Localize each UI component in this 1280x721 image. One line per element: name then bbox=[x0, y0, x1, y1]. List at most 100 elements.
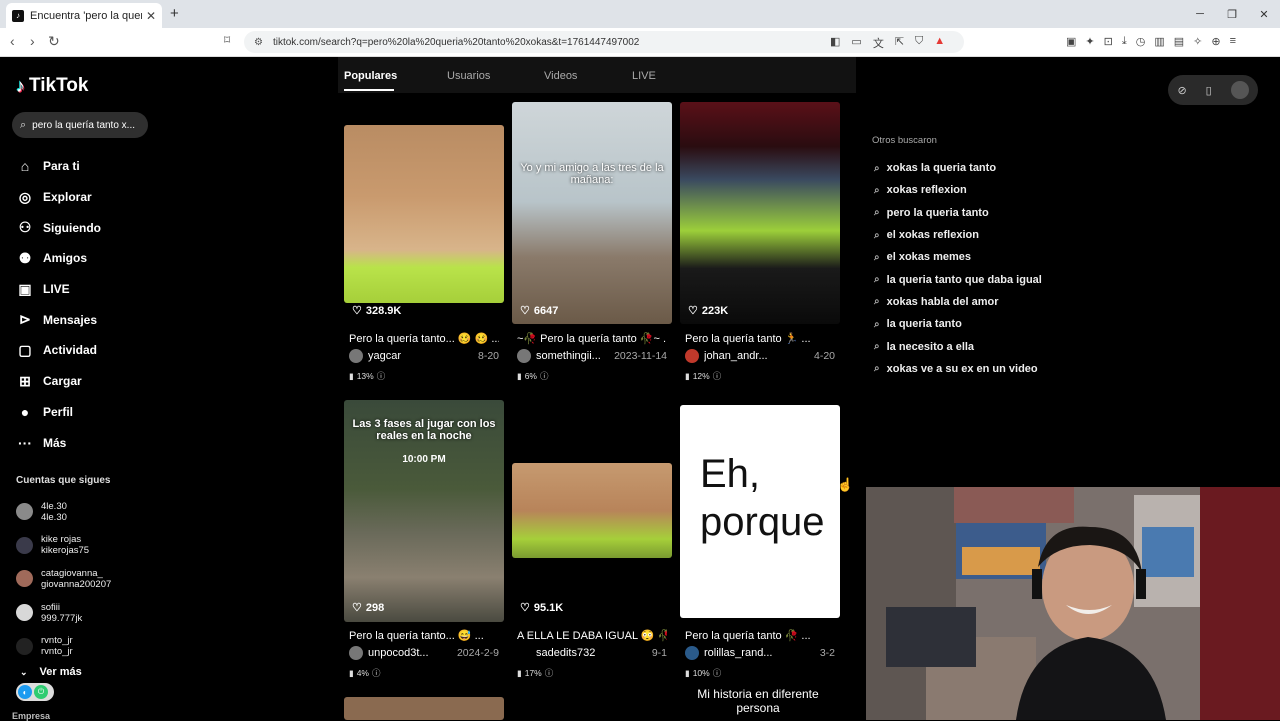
sidebar-item-para-ti[interactable]: ⌂ Para ti bbox=[16, 151, 101, 182]
info-icon[interactable]: ⓘ bbox=[377, 370, 386, 382]
close-tab-icon[interactable]: ✕ bbox=[146, 9, 156, 23]
video-caption[interactable]: A ELLA LE DABA IGUAL 😳 🥀 bbox=[517, 629, 667, 642]
download-icon[interactable]: ⤓ bbox=[1122, 35, 1127, 48]
restore-icon[interactable]: ❐ bbox=[1216, 0, 1248, 28]
reload-icon[interactable]: ↻ bbox=[48, 33, 60, 50]
related-search-item[interactable]: ⌕ xokas reflexion bbox=[874, 179, 1042, 201]
video-caption[interactable]: ~🥀 Pero la quería tanto 🥀~ ... bbox=[517, 332, 667, 345]
tab-videos[interactable]: Videos bbox=[544, 70, 577, 82]
upload-icon: ⊞ bbox=[19, 372, 31, 389]
video-caption[interactable]: Pero la quería tanto 🥀 ... bbox=[685, 629, 835, 642]
related-search-item[interactable]: ⌕ xokas habla del amor bbox=[874, 291, 1042, 313]
avatar bbox=[517, 646, 531, 660]
stat-value: 13% bbox=[356, 371, 374, 381]
minimize-icon[interactable]: ─ bbox=[1184, 0, 1216, 28]
leo-icon[interactable]: ✧ bbox=[1193, 35, 1202, 48]
browser-tab[interactable]: ♪ Encuentra 'pero la quería tanto xokas'… bbox=[6, 3, 162, 28]
sidebar-icon[interactable]: ▥ bbox=[1154, 35, 1164, 48]
screenshot-icon[interactable]: ⊡ bbox=[1104, 35, 1113, 48]
video-author[interactable]: sadedits732 9-1 bbox=[517, 646, 667, 660]
sidebar-item-mas[interactable]: ··· Más bbox=[16, 427, 101, 458]
search-icon: ⌕ bbox=[874, 251, 880, 263]
floating-badges[interactable]: ◐ ⏻ bbox=[16, 683, 54, 701]
see-more-button[interactable]: ⌄ Ver más bbox=[20, 666, 82, 678]
video-thumbnail[interactable]: Las 3 fases al jugar con los reales en l… bbox=[344, 400, 504, 622]
info-icon[interactable]: ⓘ bbox=[713, 370, 722, 382]
video-thumbnail[interactable]: Eh, porque bbox=[680, 405, 840, 618]
following-account[interactable]: rvnto_jr rvnto_jr bbox=[16, 629, 111, 663]
new-tab-icon[interactable]: + bbox=[170, 5, 179, 22]
video-author[interactable]: rolillas_rand... 3-2 bbox=[685, 646, 835, 660]
sidebar-item-label: Más bbox=[43, 435, 67, 450]
video-author[interactable]: yagcar 8-20 bbox=[349, 349, 499, 363]
wallet-icon[interactable]: ▤ bbox=[1174, 35, 1184, 48]
video-thumbnail[interactable] bbox=[344, 697, 504, 720]
video-stats: ▮ 17% ⓘ bbox=[517, 667, 553, 679]
related-search-item[interactable]: ⌕ xokas ve a su ex en un video bbox=[874, 358, 1042, 380]
video-author[interactable]: somethingii... 2023-11-14 bbox=[517, 349, 667, 363]
related-search-item[interactable]: ⌕ el xokas memes bbox=[874, 246, 1042, 268]
info-icon[interactable]: ⓘ bbox=[545, 667, 554, 679]
reader-icon[interactable]: ◧ bbox=[830, 35, 840, 51]
related-search-item[interactable]: ⌕ la queria tanto bbox=[874, 313, 1042, 335]
sidebar-item-actividad[interactable]: ▢ Actividad bbox=[16, 335, 101, 366]
sidebar-item-siguiendo[interactable]: ⚇ Siguiendo bbox=[16, 212, 101, 243]
video-author[interactable]: unpocod3t... 2024-2-9 bbox=[349, 646, 499, 660]
related-search-item[interactable]: ⌕ el xokas reflexion bbox=[874, 224, 1042, 246]
video-caption[interactable]: Pero la quería tanto... 🥴 🥴 ... bbox=[349, 332, 499, 345]
extension-icon[interactable]: ▣ bbox=[1066, 35, 1076, 48]
tiktok-logo[interactable]: ♪ TikTok bbox=[16, 75, 88, 97]
related-search-item[interactable]: ⌕ la queria tanto que daba igual bbox=[874, 268, 1042, 290]
following-account[interactable]: catagiovanna_ giovanna200207 bbox=[16, 562, 111, 596]
see-more-label: Ver más bbox=[39, 666, 82, 678]
browser-tab-bar: ♪ Encuentra 'pero la quería tanto xokas'… bbox=[0, 0, 1280, 28]
menu-icon[interactable]: ≡ bbox=[1230, 35, 1236, 48]
sidebar-item-perfil[interactable]: ● Perfil bbox=[16, 397, 101, 428]
tab-live[interactable]: LIVE bbox=[632, 70, 656, 82]
sidebar-item-live[interactable]: ▣ LIVE bbox=[16, 274, 101, 305]
history-icon[interactable]: ◷ bbox=[1136, 35, 1146, 48]
compass-icon[interactable]: ⊘ bbox=[1177, 84, 1186, 97]
brave-rewards-icon[interactable]: ▲ bbox=[934, 35, 945, 51]
video-caption[interactable]: Pero la quería tanto... 😅 ... bbox=[349, 629, 499, 642]
tab-usuarios[interactable]: Usuarios bbox=[447, 70, 490, 82]
following-account[interactable]: 4le.30 4le.30 bbox=[16, 495, 111, 529]
sidebar-item-explorar[interactable]: ◎ Explorar bbox=[16, 182, 101, 213]
related-search-item[interactable]: ⌕ xokas la queria tanto bbox=[874, 157, 1042, 179]
bookmark-icon[interactable]: ⌑ bbox=[224, 33, 230, 47]
back-icon[interactable]: ‹ bbox=[10, 33, 15, 49]
video-thumbnail[interactable]: Yo y mi amigo a las tres de la mañana: bbox=[512, 102, 672, 324]
video-author[interactable]: johan_andr... 4-20 bbox=[685, 349, 835, 363]
phone-icon[interactable]: ▯ bbox=[1206, 84, 1212, 97]
avatar bbox=[16, 503, 33, 521]
vpn-icon[interactable]: ⊕ bbox=[1211, 35, 1220, 48]
translate-icon[interactable]: 文 bbox=[873, 35, 884, 51]
info-icon[interactable]: ⓘ bbox=[540, 370, 549, 382]
sidebar-item-mensajes[interactable]: ⊳ Mensajes bbox=[16, 304, 101, 335]
related-search-item[interactable]: ⌕ la necesito a ella bbox=[874, 335, 1042, 357]
shield-icon[interactable]: ⛉ bbox=[915, 35, 923, 51]
site-info-icon[interactable]: ⚙ bbox=[254, 37, 263, 48]
info-icon[interactable]: ⓘ bbox=[372, 667, 381, 679]
share-icon[interactable]: ⇱ bbox=[895, 35, 904, 51]
like-count: ♡ 6647 bbox=[520, 304, 558, 318]
puzzle-icon[interactable]: ✦ bbox=[1085, 35, 1094, 48]
video-thumbnail[interactable] bbox=[680, 102, 840, 324]
video-thumbnail[interactable] bbox=[512, 463, 672, 558]
forward-icon[interactable]: › bbox=[30, 33, 35, 49]
more-icon: ··· bbox=[18, 434, 32, 451]
sidebar-item-cargar[interactable]: ⊞ Cargar bbox=[16, 366, 101, 397]
tab-populares[interactable]: Populares bbox=[344, 70, 397, 82]
search-input[interactable]: ⌕ pero la quería tanto x... bbox=[12, 112, 148, 138]
like-count: ♡ 95.1K bbox=[520, 601, 563, 615]
following-account[interactable]: sofiii 999.777jk bbox=[16, 596, 111, 630]
avatar[interactable] bbox=[1230, 81, 1249, 99]
video-thumbnail[interactable] bbox=[344, 125, 504, 303]
video-caption[interactable]: Pero la quería tanto 🏃 ... bbox=[685, 332, 835, 345]
cast-icon[interactable]: ▭ bbox=[851, 35, 861, 51]
sidebar-item-amigos[interactable]: ⚉ Amigos bbox=[16, 243, 101, 274]
related-search-item[interactable]: ⌕ pero la queria tanto bbox=[874, 202, 1042, 224]
close-window-icon[interactable]: ✕ bbox=[1248, 0, 1280, 28]
info-icon[interactable]: ⓘ bbox=[713, 667, 722, 679]
following-account[interactable]: kike rojas kikerojas75 bbox=[16, 529, 111, 563]
